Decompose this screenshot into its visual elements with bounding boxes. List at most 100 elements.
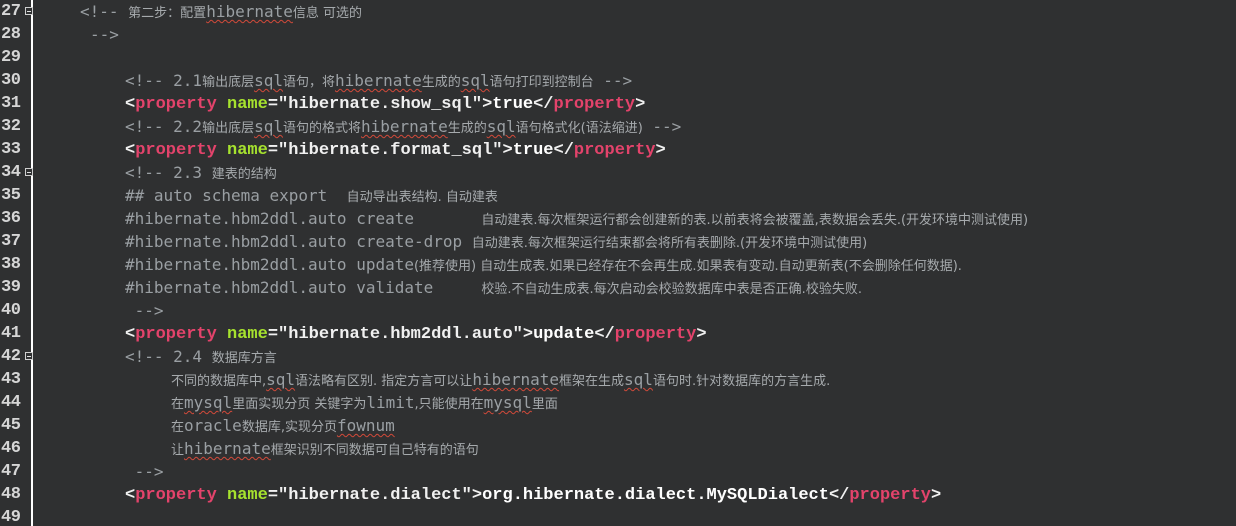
- tag-bracket: </: [594, 325, 615, 344]
- tag-bracket: <: [125, 486, 136, 505]
- line-number: 28: [1, 25, 21, 44]
- tag-bracket: >: [930, 486, 942, 505]
- line-number: 47: [1, 462, 21, 481]
- line-number: 48: [1, 485, 21, 504]
- line-number: 39: [1, 278, 21, 297]
- attribute-equals: =: [267, 141, 279, 160]
- code-line[interactable]: 36 #hibernate.hbm2ddl.auto create 自动建表.每…: [0, 207, 1236, 230]
- comment-text: #hibernate.hbm2ddl.auto create-drop: [125, 232, 472, 251]
- line-number: 31: [1, 94, 21, 113]
- code-line[interactable]: 40 -->: [0, 299, 1236, 322]
- tag-bracket: </: [828, 486, 850, 505]
- line-number: 32: [1, 117, 21, 136]
- tag-name: property: [135, 95, 217, 114]
- code-line[interactable]: 42 <!-- 2.4 数据库方言: [0, 345, 1236, 368]
- line-number: 29: [1, 48, 21, 67]
- comment-text: 建表的结构: [211, 167, 277, 182]
- comment-text: sql: [486, 117, 516, 136]
- comment-text: 输出底层: [202, 75, 255, 90]
- tag-name: property: [135, 486, 217, 505]
- comment-text: limit: [366, 393, 415, 412]
- line-number: 37: [1, 232, 21, 251]
- attribute-value: "hibernate.format_sql": [278, 141, 503, 160]
- comment-text: 输出底层: [202, 121, 255, 136]
- comment-text: 自动建表.每次框架运行都会创建新的表.以前表将会被覆盖,表数据会丢失.(开发环境…: [481, 213, 1029, 228]
- code-editor[interactable]: 27 <!-- 第二步：配置hibernate信息 可选的 28 --> 29 …: [0, 0, 1236, 526]
- code-line[interactable]: 31 <property name="hibernate.show_sql">t…: [0, 92, 1236, 115]
- line-number: 36: [1, 209, 21, 228]
- comment-text: 让: [171, 443, 185, 458]
- element-text: org.hibernate.dialect.MySQLDialect: [482, 486, 829, 505]
- code-line[interactable]: 47 -->: [0, 460, 1236, 483]
- comment-text: fownum: [336, 416, 395, 435]
- comment-text: hibernate: [184, 439, 271, 458]
- line-number: 46: [1, 439, 21, 458]
- comment-text: hibernate: [472, 370, 560, 389]
- code-line[interactable]: 38 #hibernate.hbm2ddl.auto update(推荐使用) …: [0, 253, 1236, 276]
- comment-text: 框架识别不同数据可自己特有的语句: [270, 443, 479, 458]
- code-line[interactable]: 28 -->: [0, 23, 1236, 46]
- comment-text: #hibernate.hbm2ddl.auto create: [125, 209, 482, 228]
- comment-text: -->: [642, 117, 682, 136]
- comment-text: 生成的: [421, 75, 461, 90]
- fold-collapse-icon[interactable]: [25, 7, 33, 15]
- code-line[interactable]: 48 <property name="hibernate.dialect">or…: [0, 483, 1236, 506]
- attribute-value: "hibernate.show_sql": [278, 95, 483, 114]
- comment-text: sql: [460, 71, 490, 90]
- comment-text: 语句打印到控制台: [489, 75, 594, 90]
- tag-bracket: </: [533, 95, 554, 114]
- comment-text: <!-- 2.2: [125, 117, 203, 136]
- comment-text: sql: [254, 117, 283, 136]
- code-line[interactable]: 29: [0, 46, 1236, 69]
- code-line[interactable]: 41 <property name="hibernate.hbm2ddl.aut…: [0, 322, 1236, 345]
- code-line[interactable]: 39 #hibernate.hbm2ddl.auto validate 校验.不…: [0, 276, 1236, 299]
- code-line[interactable]: 46 让hibernate框架识别不同数据可自己特有的语句: [0, 437, 1236, 460]
- element-text: true: [492, 95, 534, 114]
- attribute-equals: =: [267, 95, 279, 114]
- comment-text: -->: [125, 462, 164, 481]
- line-number: 38: [1, 255, 21, 274]
- comment-text: 自动导出表结构. 自动建表: [346, 190, 498, 205]
- element-text: update: [533, 325, 595, 344]
- tag-bracket: <: [125, 325, 136, 344]
- tag-name: property: [614, 325, 697, 344]
- code-line[interactable]: 34 <!-- 2.3 建表的结构: [0, 161, 1236, 184]
- fold-collapse-icon[interactable]: [25, 168, 33, 176]
- comment-text: 语句时.针对数据库的方言生成.: [652, 374, 831, 389]
- comment-text: -->: [90, 25, 119, 44]
- comment-text: mysql: [483, 393, 532, 412]
- comment-text: sql: [624, 370, 653, 389]
- code-line[interactable]: 27 <!-- 第二步：配置hibernate信息 可选的: [0, 0, 1236, 23]
- code-line[interactable]: 33 <property name="hibernate.format_sql"…: [0, 138, 1236, 161]
- tag-bracket: </: [553, 141, 574, 160]
- tag-name: property: [553, 95, 636, 114]
- tag-bracket: >: [471, 486, 483, 505]
- comment-text: 在: [171, 420, 185, 435]
- tag-bracket: >: [635, 95, 646, 114]
- code-line[interactable]: 32 <!-- 2.2输出底层sql语句的格式将hibernate生成的sql语…: [0, 115, 1236, 138]
- tag-name: property: [135, 141, 217, 160]
- code-line[interactable]: 37 #hibernate.hbm2ddl.auto create-drop 自…: [0, 230, 1236, 253]
- tag-bracket: >: [502, 141, 513, 160]
- fold-collapse-icon[interactable]: [25, 352, 33, 360]
- comment-text: ## auto schema export: [125, 186, 347, 205]
- comment-text: <!-- 2.3: [125, 163, 212, 182]
- code-line[interactable]: 49: [0, 506, 1236, 526]
- code-line[interactable]: 45 在oracle数据库,实现分页fownum: [0, 414, 1236, 437]
- code-line[interactable]: 44 在mysql里面实现分页 关键字为limit,只能使用在mysql里面: [0, 391, 1236, 414]
- comment-text: 校验.不自动生成表.每次启动会校验数据库中表是否正确.校验失败.: [481, 282, 862, 297]
- line-number: 43: [1, 370, 21, 389]
- code-line[interactable]: 43 不同的数据库中,sql语法略有区别. 指定方言可以让hibernate框架…: [0, 368, 1236, 391]
- comment-text: 在: [171, 397, 185, 412]
- line-number: 30: [1, 71, 21, 90]
- comment-text: 数据库,实现分页: [241, 420, 337, 435]
- comment-text: hibernate: [206, 2, 293, 21]
- comment-text: <!-- 2.4: [125, 347, 212, 366]
- tag-name: property: [573, 141, 656, 160]
- comment-text: (推荐使用) 自动生成表.如果已经存在不会再生成.如果表有变动.自动更新表(不会…: [413, 259, 962, 274]
- code-line[interactable]: 30 <!-- 2.1输出底层sql语句，将hibernate生成的sql语句打…: [0, 69, 1236, 92]
- comment-text: oracle: [184, 416, 242, 435]
- comment-text: 不同的数据库中,: [171, 374, 267, 389]
- code-line[interactable]: 35 ## auto schema export 自动导出表结构. 自动建表: [0, 184, 1236, 207]
- attribute-name: name: [216, 325, 268, 344]
